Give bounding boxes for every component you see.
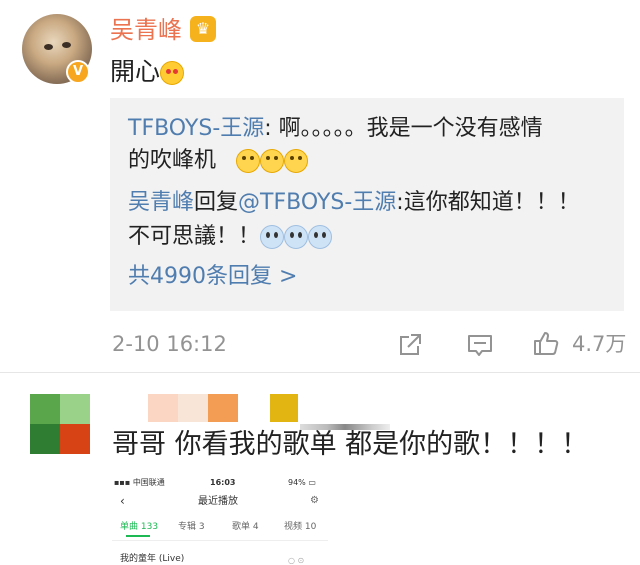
signal-icon: ▪▪▪ [114,478,131,487]
reply-author-link[interactable]: 吴青峰 [128,190,194,215]
battery-label: 94% [288,478,306,487]
screaming-emoji-icon [260,225,285,249]
reply-line: TFBOYS-王源: 啊。。。。。我是一个没有感情 [128,114,543,144]
phone-title: 最近播放 [198,496,238,507]
phone-song-row[interactable]: 我的童年 (Live) [120,554,184,564]
grimacing-emoji-icon [284,149,309,173]
reply-text: :這你都知道！！！ [396,190,580,215]
phone-row-meta: ○ ⊙ [288,556,305,565]
more-replies-link[interactable]: 共4990条回复 > [128,262,297,292]
settings-icon[interactable]: ⚙ [310,495,319,507]
like-count: 4.7万 [572,332,627,356]
name-pixel [178,394,208,422]
phone-carrier: ▪▪▪ 中国联通 [114,478,165,488]
back-chevron-icon[interactable]: ‹ [120,494,125,508]
battery-icon: ▭ [308,478,316,487]
reply-text: 不可思議！！ [128,224,261,249]
grimacing-emoji-icon [260,149,285,173]
reply-text: 的吹峰机 [128,148,217,173]
phone-tab-videos[interactable]: 视频 10 [284,522,316,533]
carrier-label: 中国联通 [132,478,165,487]
thumbs-up-icon[interactable] [532,329,560,357]
verified-badge-icon: V [66,60,90,84]
avatar-eye [44,44,53,50]
post-content-text: 開心 [110,57,161,86]
heart-eyes-emoji-icon [160,61,185,85]
screaming-emoji-icon [308,225,333,249]
post-content: 開心 [110,56,185,88]
phone-battery: 94% ▭ [288,478,316,488]
mention-link[interactable]: @TFBOYS-王源 [238,190,396,215]
reply-author-link[interactable]: TFBOYS-王源 [128,116,264,141]
avatar-eye [62,42,71,48]
phone-clock: 16:03 [210,478,236,487]
phone-tab-songs[interactable]: 单曲 133 [120,522,158,533]
divider [0,372,640,373]
comment2-avatar[interactable] [30,394,90,454]
reply-line: 不可思議！！ [128,222,333,252]
name-pixel [148,394,178,422]
reply-line: 吴青峰回复@TFBOYS-王源:這你都知道！！！ [128,188,580,218]
comment-icon[interactable] [466,331,494,359]
comment2-text: 哥哥 你看我的歌单 都是你的歌！！！！ [112,429,589,460]
post-timestamp: 2-10 16:12 [112,332,227,356]
avatar-pixel [30,394,60,424]
reply-box[interactable]: TFBOYS-王源: 啊。。。。。我是一个没有感情 的吹峰机 吴青峰回复@TFB… [110,98,624,311]
reply-line: 的吹峰机 [128,146,309,176]
phone-tab-albums[interactable]: 专辑 3 [178,522,205,533]
comment2-image[interactable]: ▪▪▪ 中国联通 16:03 94% ▭ ‹ 最近播放 ⚙ 单曲 133 专辑 … [112,474,328,565]
share-icon[interactable] [396,331,424,359]
reply-verb: 回复 [194,190,239,215]
avatar-pixel [60,394,90,424]
crown-icon: ♛ [190,16,216,42]
avatar-pixel [60,424,90,454]
name-pixel [208,394,238,422]
comment2-username-blurred[interactable] [148,394,298,424]
avatar-pixel [30,424,60,454]
username[interactable]: 吴青峰 [110,14,182,46]
phone-tab-playlists[interactable]: 歌单 4 [232,522,259,533]
grimacing-emoji-icon [236,149,261,173]
reply-text: : 啊。。。。。我是一个没有感情 [264,116,543,141]
name-pixel [270,394,298,422]
phone-divider [112,540,328,541]
active-tab-indicator [126,535,150,537]
screaming-emoji-icon [284,225,309,249]
